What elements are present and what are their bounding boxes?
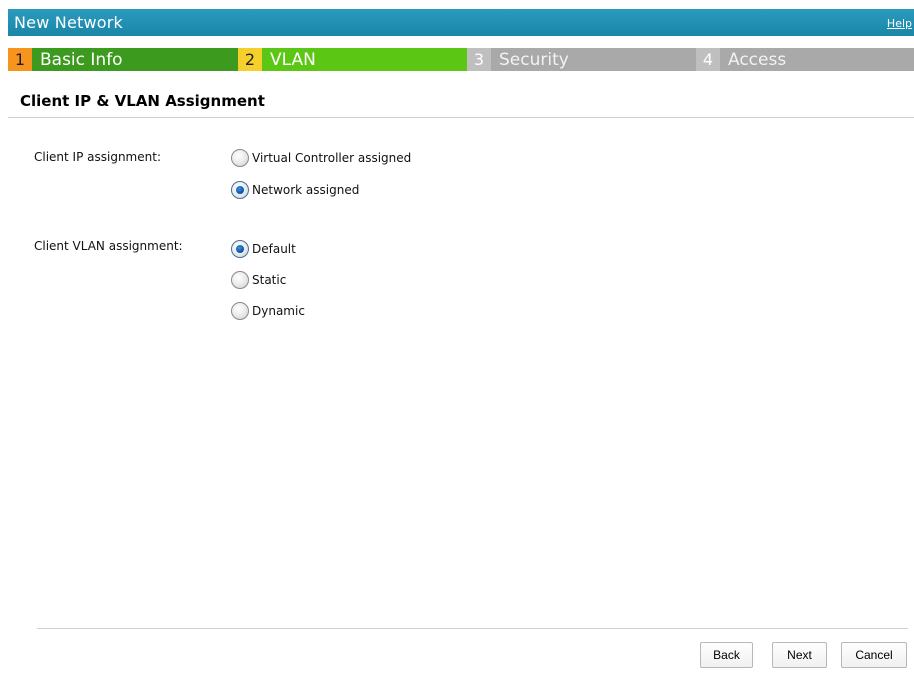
step-number: 3 — [467, 48, 491, 71]
help-link[interactable]: Help — [887, 17, 912, 30]
step-access[interactable]: 4 Access — [696, 48, 914, 71]
next-button[interactable]: Next — [772, 642, 827, 668]
client-ip-label: Client IP assignment: — [34, 150, 161, 164]
radio-checked-icon[interactable] — [231, 240, 249, 258]
radio-unchecked-icon[interactable] — [231, 149, 249, 167]
section-title: Client IP & VLAN Assignment — [20, 92, 265, 110]
step-security[interactable]: 3 Security — [467, 48, 696, 71]
client-vlan-label: Client VLAN assignment: — [34, 239, 183, 253]
radio-label: Virtual Controller assigned — [252, 151, 412, 165]
radio-network-assigned[interactable]: Network assigned — [231, 181, 359, 199]
radio-label: Default — [252, 242, 296, 256]
radio-label: Static — [252, 273, 287, 287]
step-basic-info[interactable]: 1 Basic Info — [8, 48, 238, 71]
radio-unchecked-icon[interactable] — [231, 302, 249, 320]
radio-checked-icon[interactable] — [231, 181, 249, 199]
step-number: 1 — [8, 48, 32, 71]
back-button[interactable]: Back — [700, 642, 753, 668]
radio-virtual-controller-assigned[interactable]: Virtual Controller assigned — [231, 149, 411, 167]
radio-default[interactable]: Default — [231, 240, 296, 258]
radio-label: Network assigned — [252, 183, 360, 197]
section-divider — [8, 117, 914, 118]
radio-dynamic[interactable]: Dynamic — [231, 302, 305, 320]
step-label: Basic Info — [32, 48, 238, 71]
window-title: New Network — [14, 13, 123, 32]
step-number: 4 — [696, 48, 720, 71]
radio-static[interactable]: Static — [231, 271, 286, 289]
step-label: Security — [491, 48, 696, 71]
step-vlan[interactable]: 2 VLAN — [238, 48, 467, 71]
cancel-button[interactable]: Cancel — [841, 642, 907, 668]
window-titlebar: New Network Help — [8, 9, 914, 36]
step-label: Access — [720, 48, 914, 71]
radio-unchecked-icon[interactable] — [231, 271, 249, 289]
wizard-steps: 1 Basic Info 2 VLAN 3 Security 4 Access — [8, 48, 914, 71]
step-label: VLAN — [262, 48, 467, 71]
radio-label: Dynamic — [252, 304, 305, 318]
step-number: 2 — [238, 48, 262, 71]
footer-divider — [37, 628, 908, 629]
